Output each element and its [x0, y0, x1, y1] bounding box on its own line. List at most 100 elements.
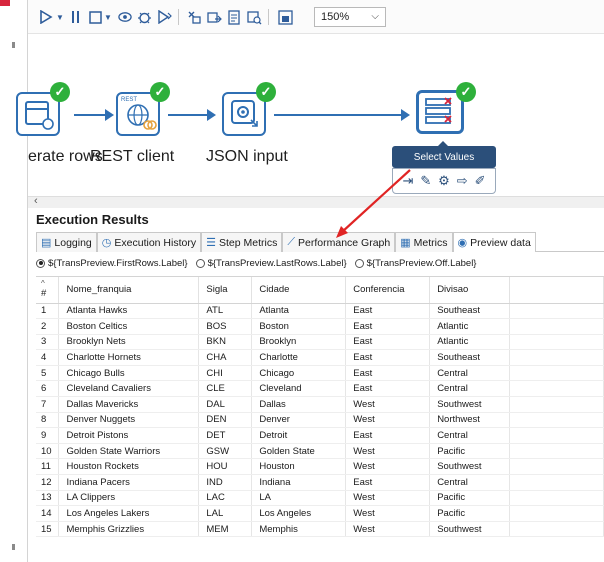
preview-icon[interactable]: [118, 8, 132, 26]
row-number-cell[interactable]: 13: [36, 490, 60, 507]
scroll-left-icon[interactable]: ‹: [34, 195, 38, 207]
table-row[interactable]: 15 Memphis Grizzlies MEM Memphis West Southwe…: [36, 521, 604, 538]
radio-off[interactable]: ${TransPreview.Off.Label}: [354, 258, 476, 269]
column-header[interactable]: ^ #: [36, 277, 60, 304]
pencil-icon[interactable]: ✐: [475, 173, 486, 189]
table-cell[interactable]: East: [345, 365, 431, 382]
table-cell[interactable]: Memphis Grizzlies: [58, 521, 200, 538]
table-cell[interactable]: West: [345, 505, 431, 522]
table-cell[interactable]: Central: [429, 365, 511, 382]
tab-logging[interactable]: ▤ Logging: [36, 232, 97, 252]
table-cell[interactable]: Chicago Bulls: [58, 365, 200, 382]
radio-last-rows[interactable]: ${TransPreview.LastRows.Label}: [195, 258, 347, 269]
table-cell[interactable]: Southwest: [429, 396, 511, 413]
run-dropdown-icon[interactable]: ▼: [56, 8, 64, 26]
table-cell[interactable]: West: [345, 412, 431, 429]
stop-dropdown-icon[interactable]: ▼: [104, 8, 112, 26]
table-cell[interactable]: Southwest: [429, 458, 511, 476]
table-cell[interactable]: East: [345, 334, 431, 351]
table-cell[interactable]: Indiana Pacers: [58, 474, 200, 491]
table-row[interactable]: 3 Brooklyn Nets BKN Brooklyn East Atlantic: [36, 334, 604, 351]
table-cell[interactable]: Pacific: [429, 490, 511, 507]
radio-first-rows[interactable]: ${TransPreview.FirstRows.Label}: [36, 258, 188, 269]
table-cell[interactable]: West: [345, 521, 431, 538]
table-row[interactable]: 6 Cleveland Cavaliers CLE Cleveland East Cent…: [36, 380, 604, 398]
zoom-select[interactable]: 150% ⌵: [314, 7, 386, 27]
table-cell[interactable]: East: [345, 303, 431, 320]
row-number-cell[interactable]: 5: [36, 365, 60, 382]
row-number-cell[interactable]: 12: [36, 474, 60, 491]
row-number-cell[interactable]: 4: [36, 349, 60, 366]
table-row[interactable]: 13 LA Clippers LAC LA West Pacific: [36, 490, 604, 507]
table-cell[interactable]: West: [345, 443, 431, 460]
table-cell[interactable]: GSW: [198, 443, 253, 460]
table-cell[interactable]: Golden State: [251, 443, 347, 460]
table-cell[interactable]: Chicago: [251, 365, 347, 382]
table-cell[interactable]: Atlanta: [251, 303, 347, 320]
table-cell[interactable]: LAL: [198, 505, 253, 522]
table-cell[interactable]: Central: [429, 380, 511, 398]
table-row[interactable]: 9 Detroit Pistons DET Detroit East Central: [36, 427, 604, 444]
sql-icon[interactable]: [226, 8, 242, 26]
table-row[interactable]: 14 Los Angeles Lakers LAL Los Angeles West Pa…: [36, 505, 604, 522]
table-cell[interactable]: Houston: [251, 458, 347, 476]
row-number-cell[interactable]: 11: [36, 458, 60, 476]
table-row[interactable]: 4 Charlotte Hornets CHA Charlotte East Southe…: [36, 349, 604, 366]
table-cell[interactable]: Charlotte Hornets: [58, 349, 200, 366]
table-cell[interactable]: CLE: [198, 380, 253, 398]
table-cell[interactable]: CHA: [198, 349, 253, 366]
table-cell[interactable]: West: [345, 396, 431, 413]
radio-dot[interactable]: [195, 258, 205, 268]
row-number-cell[interactable]: 2: [36, 318, 60, 335]
transformation-canvas[interactable]: ✓ erate rows REST ✓ REST client ✓ JSON i…: [16, 34, 604, 196]
table-cell[interactable]: DET: [198, 427, 253, 444]
column-header[interactable]: Divisao: [429, 277, 511, 304]
table-cell[interactable]: DEN: [198, 412, 253, 429]
row-number-cell[interactable]: 8: [36, 412, 60, 429]
table-cell[interactable]: Southeast: [429, 349, 511, 366]
verify-icon[interactable]: [186, 8, 202, 26]
table-cell[interactable]: Southwest: [429, 521, 511, 538]
table-row[interactable]: 2 Boston Celtics BOS Boston East Atlantic: [36, 318, 604, 335]
table-row[interactable]: 11 Houston Rockets HOU Houston West Southwest: [36, 458, 604, 476]
table-row[interactable]: 12 Indiana Pacers IND Indiana East Central: [36, 474, 604, 491]
table-cell[interactable]: Brooklyn Nets: [58, 334, 200, 351]
table-cell[interactable]: MEM: [198, 521, 253, 538]
hop-arrow[interactable]: [74, 109, 114, 121]
row-number-cell[interactable]: 1: [36, 303, 60, 320]
show-results-icon[interactable]: [276, 8, 294, 26]
impact-icon[interactable]: [206, 8, 222, 26]
table-cell[interactable]: LAC: [198, 490, 253, 507]
output-icon[interactable]: ⇨: [457, 173, 468, 189]
table-cell[interactable]: Detroit: [251, 427, 347, 444]
table-cell[interactable]: Los Angeles: [251, 505, 347, 522]
table-cell[interactable]: Pacific: [429, 443, 511, 460]
column-header[interactable]: Cidade: [251, 277, 347, 304]
table-cell[interactable]: LA: [251, 490, 347, 507]
table-cell[interactable]: Cleveland: [251, 380, 347, 398]
table-cell[interactable]: Brooklyn: [251, 334, 347, 351]
explore-db-icon[interactable]: [246, 8, 262, 26]
debug-icon[interactable]: [136, 8, 152, 26]
table-cell[interactable]: Houston Rockets: [58, 458, 200, 476]
table-cell[interactable]: DAL: [198, 396, 253, 413]
table-cell[interactable]: West: [345, 458, 431, 476]
table-cell[interactable]: Dallas: [251, 396, 347, 413]
row-number-cell[interactable]: 10: [36, 443, 60, 460]
table-row[interactable]: 8 Denver Nuggets DEN Denver West Northwest: [36, 412, 604, 429]
table-cell[interactable]: Boston Celtics: [58, 318, 200, 335]
table-cell[interactable]: BKN: [198, 334, 253, 351]
table-cell[interactable]: East: [345, 318, 431, 335]
table-cell[interactable]: Pacific: [429, 505, 511, 522]
table-cell[interactable]: ATL: [198, 303, 253, 320]
column-header[interactable]: Nome_franquia: [58, 277, 200, 304]
table-cell[interactable]: IND: [198, 474, 253, 491]
row-number-cell[interactable]: 14: [36, 505, 60, 522]
table-cell[interactable]: East: [345, 474, 431, 491]
run-icon[interactable]: [38, 8, 54, 26]
table-cell[interactable]: Indiana: [251, 474, 347, 491]
table-cell[interactable]: LA Clippers: [58, 490, 200, 507]
table-cell[interactable]: Atlantic: [429, 334, 511, 351]
tab-metrics[interactable]: ▦ Metrics: [395, 232, 453, 252]
tab-preview-data[interactable]: ◉ Preview data: [452, 232, 536, 252]
